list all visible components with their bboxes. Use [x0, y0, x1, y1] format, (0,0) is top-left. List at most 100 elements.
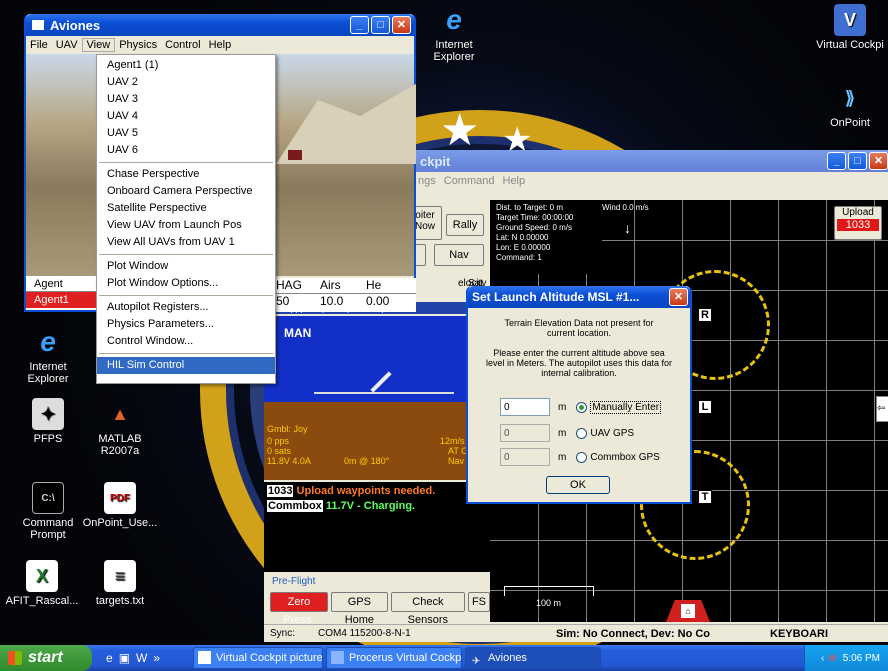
desktop-icon-internet-explorer[interactable]: e Internet Explorer — [412, 4, 496, 63]
commbox-gps-option[interactable]: Commbox GPS — [590, 452, 659, 463]
uav-marker-icon — [288, 150, 302, 160]
menu-item-hil-sim-control[interactable]: HIL Sim Control — [97, 357, 275, 374]
ok-button[interactable]: OK — [546, 476, 610, 494]
menu-command[interactable]: Command — [440, 175, 499, 187]
home-icon[interactable]: ⌂ — [681, 604, 695, 618]
menu-file[interactable]: File — [26, 39, 52, 51]
desktop-icon-label: Internet Explorer — [27, 361, 69, 385]
menu-item-plot-window-options[interactable]: Plot Window Options... — [97, 275, 275, 292]
altitude-commbox-gps-input — [500, 448, 550, 466]
menu-item-satellite-perspective[interactable]: Satellite Perspective — [97, 200, 275, 217]
waypoint-rally[interactable]: R — [698, 308, 712, 322]
airspeed-header: Airs — [320, 278, 341, 292]
menu-uav[interactable]: UAV — [52, 39, 82, 51]
menu-item-uav4[interactable]: UAV 4 — [97, 108, 275, 125]
taskbar-item-virtual-cockpit[interactable]: Procerus Virtual Cockpit — [326, 647, 462, 669]
manually-enter-option[interactable]: Manually Enter — [590, 400, 662, 414]
desktop-icon-label: AFIT_Rascal... — [5, 595, 79, 607]
preflight-label: Pre-Flight — [272, 576, 316, 587]
menu-item-uav5[interactable]: UAV 5 — [97, 125, 275, 142]
map-pan-right-button[interactable]: ⇦ — [876, 396, 888, 422]
gps-home-button[interactable]: GPS Home — [330, 592, 388, 626]
tray-security-icon[interactable]: ⊗ — [828, 653, 836, 664]
menu-item-plot-window[interactable]: Plot Window — [97, 258, 275, 275]
onpoint-icon: ⟫ — [844, 87, 855, 108]
menu-item-autopilot-registers[interactable]: Autopilot Registers... — [97, 299, 275, 316]
taskbar: start e ▣ W » Virtual Cockpit picture...… — [0, 645, 888, 671]
hud-horizon-line — [314, 392, 454, 394]
uav-gps-option[interactable]: UAV GPS — [590, 428, 634, 439]
menu-help[interactable]: Help — [499, 175, 530, 187]
menu-item-uav2[interactable]: UAV 2 — [97, 74, 275, 91]
waypoint-target[interactable]: T — [698, 490, 712, 504]
desktop-icon-afit-rascal[interactable]: X AFIT_Rascal... — [0, 560, 84, 607]
menu-item-view-all-uavs[interactable]: View All UAVs from UAV 1 — [97, 234, 275, 251]
menu-view[interactable]: View — [81, 38, 116, 52]
launch-altitude-dialog: Set Launch Altitude MSL #1... ✕ Terrain … — [466, 286, 692, 504]
latitude: Lat: N 0.00000 — [496, 233, 549, 242]
aviones-icon: ✈ — [472, 656, 481, 667]
waypoint-loiter[interactable]: L — [698, 400, 712, 414]
heading-header: He — [366, 278, 382, 292]
map-grid-line — [826, 200, 827, 622]
windows-logo-icon — [8, 651, 22, 665]
minimize-button[interactable]: _ — [350, 16, 369, 34]
text-file-icon: ≡ — [104, 560, 136, 592]
menu-help[interactable]: Help — [205, 39, 236, 51]
desktop-icon-matlab[interactable]: ▲ MATLAB R2007a — [78, 398, 162, 458]
map-info-box: Dist. to Target: 0 m Target Time: 00:00:… — [490, 200, 602, 274]
close-button[interactable]: ✕ — [392, 16, 411, 34]
maximize-button[interactable]: □ — [371, 16, 390, 34]
star-icon: ★ — [440, 106, 480, 155]
nav-button[interactable]: Nav — [434, 244, 484, 266]
desktop-icon-targets[interactable]: ≡ targets.txt — [78, 560, 162, 607]
system-tray: ‹ ⊗ 5:06 PM — [804, 645, 888, 671]
altitude-uav-gps-input — [500, 424, 550, 442]
menu-item-onboard-camera[interactable]: Onboard Camera Perspective — [97, 183, 275, 200]
rally-button[interactable]: Rally — [446, 214, 484, 236]
more-icon[interactable]: » — [153, 651, 160, 665]
tray-back-icon[interactable]: ‹ — [821, 653, 824, 664]
menu-item-view-from-launch[interactable]: View UAV from Launch Pos — [97, 217, 275, 234]
menu-item-uav3[interactable]: UAV 3 — [97, 91, 275, 108]
upload-button[interactable]: Upload 1033 — [834, 206, 882, 240]
radio-selected-icon[interactable] — [576, 401, 588, 413]
maximize-button[interactable]: □ — [848, 152, 867, 170]
fs-button[interactable]: FS — [467, 592, 490, 612]
input-mode: KEYBOARI — [770, 627, 829, 640]
menu-control[interactable]: Control — [161, 39, 204, 51]
menu-item-chase-perspective[interactable]: Chase Perspective — [97, 166, 275, 183]
close-button[interactable]: ✕ — [869, 152, 888, 170]
close-button[interactable]: ✕ — [669, 288, 688, 306]
word-quicklaunch-icon[interactable]: W — [136, 651, 147, 665]
upload-count: 1033 — [837, 219, 879, 231]
desktop-icon-virtual-cockpit[interactable]: V Virtual Cockpi — [808, 4, 888, 51]
aviones-title: Aviones — [50, 17, 101, 33]
ie-quicklaunch-icon[interactable]: e — [106, 651, 113, 665]
menu-settings[interactable]: ngs — [414, 175, 440, 187]
hag-value: 50 — [276, 294, 290, 308]
excel-file-icon: X — [26, 560, 58, 592]
menu-item-agent1[interactable]: Agent1 (1) — [97, 57, 275, 74]
zero-pressure-button[interactable]: Zero Press. — [270, 592, 328, 626]
altitude-manual-input[interactable] — [500, 398, 550, 416]
menu-item-physics-parameters[interactable]: Physics Parameters... — [97, 316, 275, 333]
minimize-button[interactable]: _ — [827, 152, 846, 170]
taskbar-item-cockpit-picture[interactable]: Virtual Cockpit picture... — [193, 647, 323, 669]
scale-label: 100 m — [536, 598, 562, 608]
start-button[interactable]: start — [0, 645, 92, 671]
desktop-icon-onpoint[interactable]: ⟫ OnPoint — [808, 82, 888, 130]
desktop-icon-internet-explorer-2[interactable]: e Internet Explorer — [6, 326, 90, 385]
menu-physics[interactable]: Physics — [115, 39, 161, 51]
check-sensors-button[interactable]: Check Sensors — [390, 592, 465, 626]
menu-separator — [99, 162, 273, 163]
radio-icon[interactable] — [576, 427, 588, 439]
radio-icon[interactable] — [576, 451, 588, 463]
taskbar-item-aviones[interactable]: ✈ Aviones — [465, 647, 601, 669]
pfps-icon: ✦ — [32, 398, 64, 430]
desktop-icon-onpoint-use[interactable]: PDF OnPoint_Use... — [78, 482, 162, 529]
folder-quicklaunch-icon[interactable]: ▣ — [119, 651, 130, 665]
menu-item-uav6[interactable]: UAV 6 — [97, 142, 275, 159]
dialog-title: Set Launch Altitude MSL #1... — [472, 290, 640, 304]
menu-item-control-window[interactable]: Control Window... — [97, 333, 275, 350]
